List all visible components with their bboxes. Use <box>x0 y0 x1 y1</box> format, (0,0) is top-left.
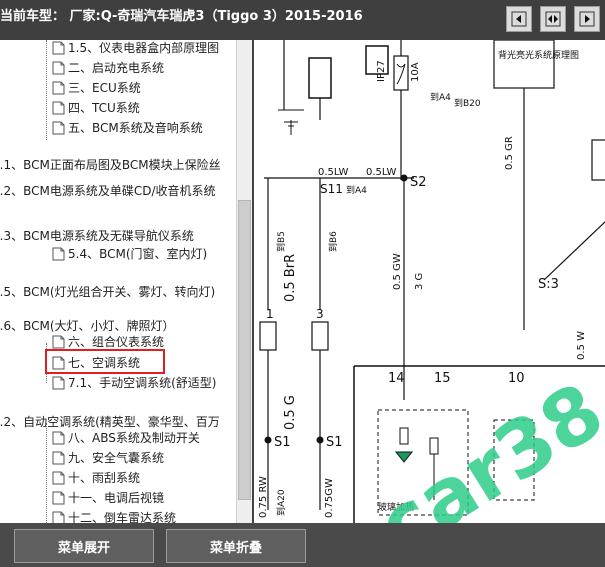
s2-label: S2 <box>410 175 427 190</box>
current-model-title: 当前车型： 厂家:Q-奇瑞汽车瑞虎3（Tiggo 3）2015-2016 <box>0 9 363 24</box>
title-bar: 当前车型： 厂家:Q-奇瑞汽车瑞虎3（Tiggo 3）2015-2016 <box>0 0 605 40</box>
document-icon <box>52 247 65 261</box>
wire-075gw-label: 0.75GW <box>324 478 335 518</box>
collapse-menu-button[interactable]: 菜单折叠 <box>166 529 306 563</box>
tree-scrollbar[interactable] <box>236 40 252 523</box>
tree-item-label: 四、TCU系统 <box>68 101 140 115</box>
pin-1-label: 1 <box>266 307 274 321</box>
ref-mb5: 到B5 <box>275 231 287 252</box>
fuse-rating-label: 10A <box>410 62 421 82</box>
tree-item[interactable]: 1.5、仪表电器盒内部原理图 <box>52 40 219 58</box>
s11-ref-label: 到A4 <box>346 184 367 196</box>
tree-item-label: 5.4、BCM(门窗、室内灯) <box>68 247 208 261</box>
scrollbar-thumb[interactable] <box>238 200 251 500</box>
tree-item-label: 八、ABS系统及制动开关 <box>68 431 200 445</box>
pin-10-label: 10 <box>508 371 525 386</box>
tree-connector <box>46 423 47 523</box>
s1-b-label: S1 <box>326 435 343 450</box>
tree-item-label: 九、安全气囊系统 <box>68 451 165 465</box>
pin-15-label: 15 <box>434 371 451 386</box>
ref-ma4: 到A4 <box>430 91 451 103</box>
first-page-button[interactable] <box>506 6 532 32</box>
document-icon <box>52 511 65 523</box>
selection-highlight <box>45 349 165 374</box>
s11-label: S11 <box>320 182 343 196</box>
page-first-icon <box>511 11 527 27</box>
wiring-diagram-drawing: IP27 10A 背光亮光系统原理图 0.5LW 0.5LW S11 到A4 S… <box>258 40 605 523</box>
tree-item-label: 十、雨刮系统 <box>68 471 141 485</box>
expand-menu-button[interactable]: 菜单展开 <box>14 529 154 563</box>
tree-item-label: 十一、电调后视镜 <box>68 491 165 505</box>
tree-item[interactable]: 八、ABS系统及制动开关 <box>52 428 200 448</box>
pin-14-label: 14 <box>388 371 405 386</box>
tree-item-label: 三、ECU系统 <box>68 81 141 95</box>
menu-tree: 1.5、仪表电器盒内部原理图 二、启动充电系统 三、ECU系统 四、TCU系统 … <box>0 40 236 523</box>
tree-item-label: 7.1、手动空调系统(舒适型) <box>68 376 217 390</box>
tree-item[interactable]: 四、TCU系统 <box>52 98 140 118</box>
tree-item[interactable]: 十一、电调后视镜 <box>52 488 164 508</box>
ref-mb20: 到B20 <box>454 97 481 109</box>
ref-mb6: 到B6 <box>327 231 339 252</box>
tree-folder[interactable]: 5.1、BCM正面布局图及BCM模块上保险丝 <box>0 155 221 175</box>
watermark: car38 <box>363 366 605 523</box>
document-icon <box>52 61 65 75</box>
document-icon <box>52 431 65 445</box>
tree-item[interactable]: 二、启动充电系统 <box>52 58 164 78</box>
prev-next-button[interactable] <box>540 6 566 32</box>
tree-item[interactable]: 7.1、手动空调系统(舒适型) <box>52 373 216 393</box>
wire-05w-label: 0.5 W <box>576 331 587 360</box>
ref-ma20: 到A20 <box>275 489 287 516</box>
fuse-label: IP27 <box>376 60 387 82</box>
tree-item-label: 五、BCM系统及音响系统 <box>68 121 203 135</box>
wiring-diagram[interactable]: IP27 10A 背光亮光系统原理图 0.5LW 0.5LW S11 到A4 S… <box>252 40 605 523</box>
tree-item-label: 5.1、BCM正面布局图及BCM模块上保险丝 <box>0 158 221 172</box>
wire-05brr-label: 0.5 BrR <box>283 254 298 302</box>
pin-3-label: 3 <box>316 307 324 321</box>
page-last-icon <box>579 11 595 27</box>
tree-folder[interactable]: 5.3、BCM电源系统及无碟导航仪系统 <box>0 226 194 246</box>
tree-item[interactable]: 五、BCM系统及音响系统 <box>52 118 203 138</box>
wire-05gr-label: 0.5 GR <box>504 136 515 170</box>
wire-05gw-label: 0.5 GW <box>392 253 403 290</box>
bottom-toolbar: 菜单展开 菜单折叠 <box>0 523 605 567</box>
wire-05lw-a: 0.5LW <box>318 167 349 178</box>
tree-item[interactable]: 5.4、BCM(门窗、室内灯) <box>52 244 207 264</box>
tree-item-label: 十二、倒车雷达系统 <box>68 511 177 523</box>
wire-05g-label: 0.5 G <box>283 395 298 430</box>
document-icon <box>52 41 65 55</box>
last-page-button[interactable] <box>574 6 600 32</box>
page-prev-next-icon <box>545 11 561 27</box>
document-icon <box>52 471 65 485</box>
wire-05lw-b: 0.5LW <box>366 167 397 178</box>
backlight-module-label: 背光亮光系统原理图 <box>498 49 579 61</box>
tree-item-label: 二、启动充电系统 <box>68 61 165 75</box>
tree-item-label: 1.5、仪表电器盒内部原理图 <box>68 41 220 55</box>
s1-a-label: S1 <box>274 435 291 450</box>
document-icon <box>52 121 65 135</box>
tree-item[interactable]: 十二、倒车雷达系统 <box>52 508 176 523</box>
tree-item[interactable]: 三、ECU系统 <box>52 78 141 98</box>
tree-item-label: 5.2、BCM电源系统及单碟CD/收音机系统 <box>0 184 216 198</box>
tree-item[interactable]: 十、雨刮系统 <box>52 468 140 488</box>
document-icon <box>52 451 65 465</box>
tree-folder[interactable]: 5.2、BCM电源系统及单碟CD/收音机系统 <box>0 181 216 201</box>
wire-3g-label: 3 G <box>414 273 425 290</box>
document-icon <box>52 491 65 505</box>
document-icon <box>52 81 65 95</box>
tree-item-label: 5.3、BCM电源系统及无碟导航仪系统 <box>0 229 194 243</box>
tree-folder[interactable]: 5.5、BCM(灯光组合开关、雾灯、转向灯) <box>0 282 215 302</box>
tree-item-label: 5.5、BCM(灯光组合开关、雾灯、转向灯) <box>0 285 216 299</box>
document-icon <box>52 335 65 349</box>
s3-label: S:3 <box>538 277 559 292</box>
tree-connector <box>46 40 47 140</box>
document-icon <box>52 101 65 115</box>
document-icon <box>52 376 65 390</box>
wire-075rw-label: 0.75 RW <box>258 476 269 518</box>
tree-item[interactable]: 九、安全气囊系统 <box>52 448 164 468</box>
